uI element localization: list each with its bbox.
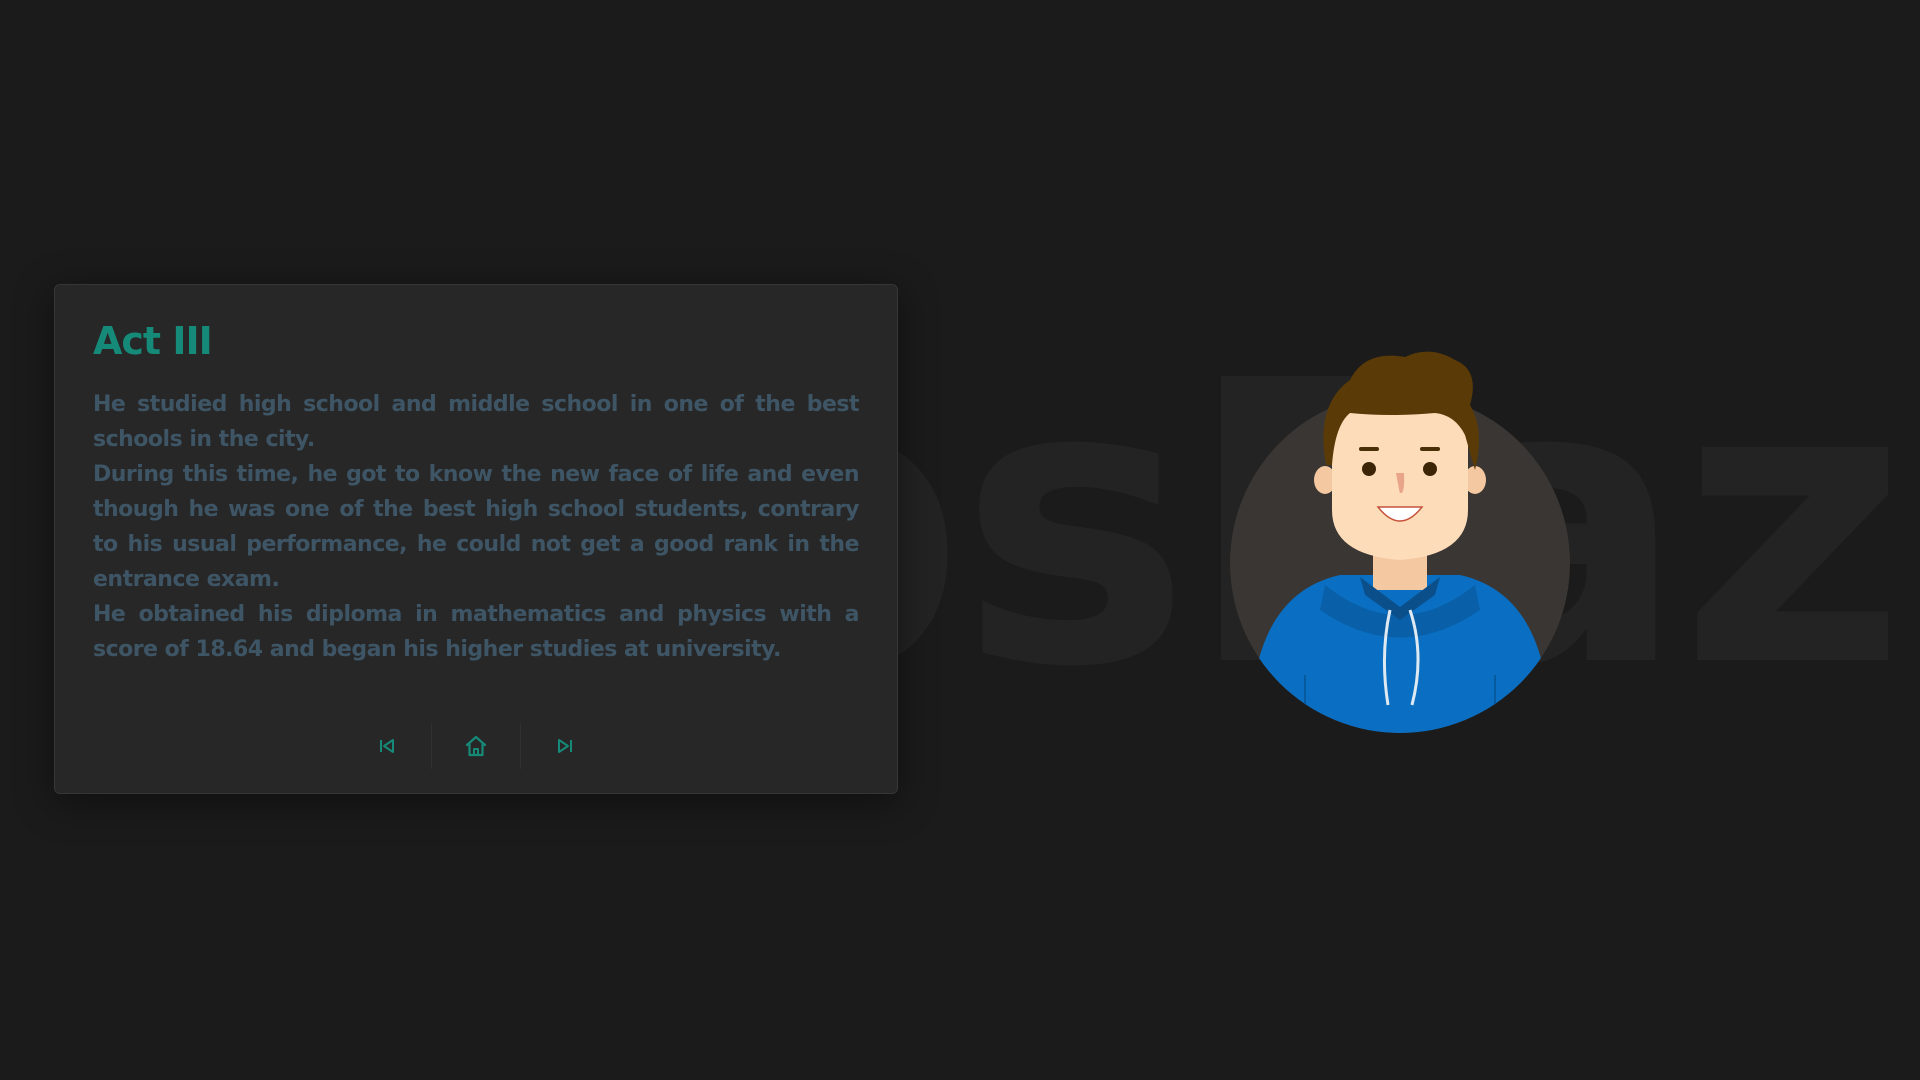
story-card: Act III He studied high school and middl… bbox=[54, 284, 898, 794]
card-paragraph-2: During this time, he got to know the new… bbox=[93, 461, 860, 592]
next-button[interactable] bbox=[521, 723, 609, 769]
avatar-hoodie bbox=[1250, 575, 1550, 733]
card-navigation bbox=[55, 723, 897, 769]
card-paragraph-3: He obtained his diploma in mathematics a… bbox=[93, 601, 860, 662]
home-icon bbox=[465, 735, 487, 757]
page: ÅbsFazli Act III He studied high school … bbox=[0, 0, 1920, 1080]
boy-avatar-illustration bbox=[1230, 351, 1570, 733]
skip-next-icon bbox=[558, 739, 572, 753]
skip-previous-icon bbox=[380, 739, 394, 753]
card-title: Act III bbox=[93, 319, 213, 363]
card-paragraph-1: He studied high school and middle school… bbox=[93, 391, 860, 452]
home-button[interactable] bbox=[432, 723, 520, 769]
previous-button[interactable] bbox=[343, 723, 431, 769]
